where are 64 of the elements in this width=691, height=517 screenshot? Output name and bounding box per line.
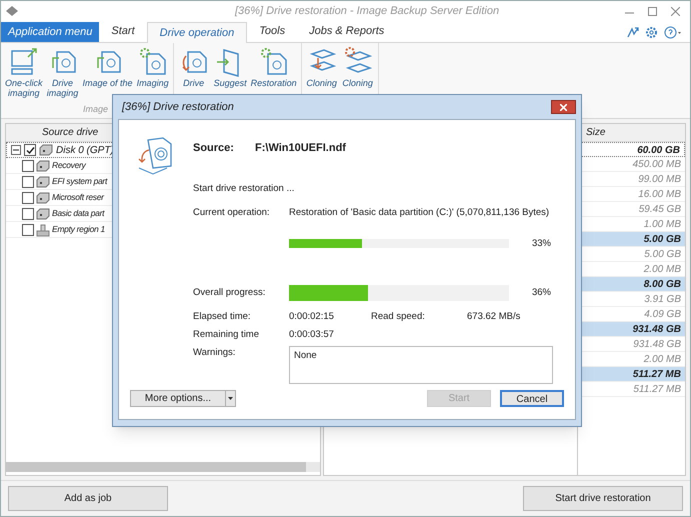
settings-icon[interactable] <box>645 26 658 39</box>
field-label: Elapsed time: <box>193 310 252 324</box>
dialog-title: [36%] Drive restoration <box>120 100 234 115</box>
hard-drive-icon <box>36 160 50 172</box>
tree-item[interactable]: Empty region 1 <box>52 223 105 236</box>
percent-text: 33% <box>532 236 551 250</box>
ribbon-button[interactable]: Restoration <box>248 43 299 88</box>
source-path: F:\Win10UEFI.ndf <box>255 141 346 156</box>
field-value: 0:00:02:15 <box>289 310 335 324</box>
field-value: Restoration of 'Basic data partition (C:)' (5,070,811,136 Bytes) <box>289 206 550 220</box>
field-label: Remaining time <box>193 328 260 342</box>
hard-drive-icon <box>36 176 50 188</box>
tree-item[interactable]: Basic data part <box>52 207 104 220</box>
field-label: Warnings: <box>193 346 236 360</box>
hard-drive-icon <box>36 192 50 204</box>
maximize-icon[interactable] <box>648 6 657 16</box>
close-icon[interactable] <box>671 6 680 16</box>
field-value: 0:00:03:57 <box>289 328 334 342</box>
window-title: [36%] Drive restoration - Image Backup Server Edition <box>234 4 500 19</box>
checkbox[interactable] <box>22 176 34 188</box>
split-button[interactable]: More options... <box>130 390 236 407</box>
collapse-icon[interactable] <box>11 145 21 155</box>
tree-item[interactable]: EFI system part <box>52 175 108 188</box>
field-value: 673.62 MB/s <box>467 310 520 324</box>
drive-slot-icon <box>36 222 50 236</box>
percent-text: 36% <box>532 286 551 300</box>
checkbox[interactable] <box>22 160 34 172</box>
source-label: Source: <box>193 141 235 156</box>
ribbon-button[interactable]: Cloning <box>340 43 376 88</box>
group-label: Image <box>83 102 108 116</box>
hard-drive-icon <box>36 208 50 220</box>
ribbon-button[interactable]: Imaging <box>134 43 171 98</box>
checkbox[interactable] <box>24 144 36 156</box>
help-icon[interactable] <box>664 26 682 39</box>
ribbon-button[interactable]: Cloning <box>304 43 340 88</box>
ribbon-button[interactable]: Suggest <box>212 43 249 88</box>
ribbon-tab[interactable]: Tools <box>247 21 298 42</box>
status-text: Start drive restoration ... <box>193 182 296 196</box>
ribbon-tab[interactable]: Start <box>99 21 147 42</box>
ribbon-tab[interactable]: Jobs & Reports <box>297 21 396 42</box>
cancel-button[interactable]: Cancel <box>500 390 564 407</box>
caret-icon <box>228 397 233 400</box>
ribbon-button[interactable]: Image of the <box>80 43 135 98</box>
application-menu-button[interactable]: Application menu <box>1 22 100 42</box>
checkbox[interactable] <box>22 208 34 220</box>
app-logo-icon <box>5 5 19 17</box>
horizontal-scrollbar[interactable] <box>6 462 320 472</box>
close-icon <box>560 104 567 110</box>
field-label: Current operation: <box>193 206 271 220</box>
warnings-box: None <box>289 346 553 384</box>
ribbon-tab[interactable]: Drive operation <box>146 22 248 43</box>
ribbon-button[interactable]: Drive <box>176 43 212 88</box>
add-as-job-button[interactable]: Add as job <box>8 486 168 511</box>
undo-arrow-icon[interactable] <box>626 26 639 39</box>
checkbox[interactable] <box>22 224 34 236</box>
tree-item[interactable]: Recovery <box>52 159 86 172</box>
ribbon-button[interactable]: Drive imaging <box>44 43 81 98</box>
tree-item[interactable]: Microsoft reser <box>52 191 104 204</box>
close-button[interactable] <box>551 100 576 114</box>
checkbox[interactable] <box>22 192 34 204</box>
field-label: Overall progress: <box>193 286 266 300</box>
field-label: Read speed: <box>371 310 426 324</box>
ribbon-button[interactable]: One-click imaging <box>3 43 45 98</box>
start-restoration-button[interactable]: Start drive restoration <box>523 486 683 511</box>
